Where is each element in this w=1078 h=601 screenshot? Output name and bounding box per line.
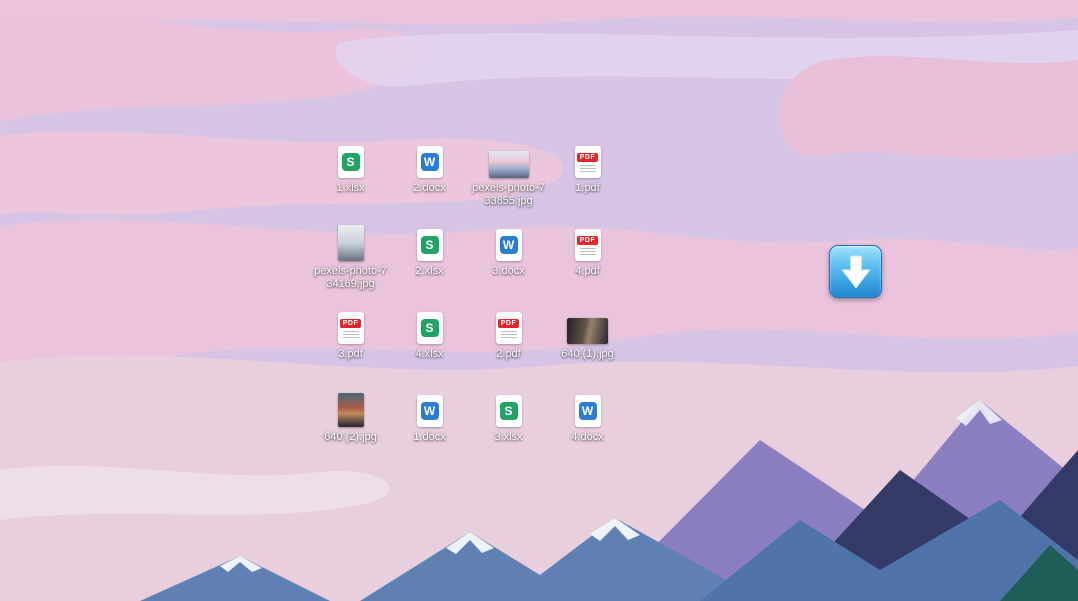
file-label: pexels-photo-733855.jpg — [472, 182, 546, 207]
file-label: pexels-photo-734169.jpg — [314, 265, 388, 290]
file-label: 2.pdf — [496, 348, 520, 361]
file-icon-art — [567, 302, 608, 344]
desktop-icon[interactable]: PDF 4.pdf — [548, 216, 627, 299]
pdf-badge: PDF — [340, 319, 362, 328]
docx-file-icon: W — [496, 229, 522, 261]
desktop-icon[interactable]: 640 (1).jpg — [548, 299, 627, 382]
xlsx-file-icon: S — [338, 146, 364, 178]
file-label: 1.xlsx — [336, 182, 364, 195]
desktop-icon[interactable]: PDF 1.pdf — [548, 133, 627, 216]
desktop-icon[interactable]: S 1.xlsx — [311, 133, 390, 216]
word-glyph: W — [421, 153, 439, 171]
file-label: 4.xlsx — [415, 348, 443, 361]
file-icon-art — [338, 385, 364, 427]
xlsx-file-icon: S — [417, 229, 443, 261]
docx-file-icon: W — [575, 395, 601, 427]
file-label: 640 (2).jpg — [324, 431, 377, 444]
desktop-icon[interactable]: S 2.xlsx — [390, 216, 469, 299]
pdf-file-icon: PDF — [338, 312, 364, 344]
image-thumbnail — [338, 393, 364, 427]
file-icon-art: S — [496, 385, 522, 427]
file-icon-art: W — [417, 136, 443, 178]
file-label: 640 (1).jpg — [561, 348, 614, 361]
pdf-badge: PDF — [577, 236, 599, 245]
spreadsheet-glyph: S — [342, 153, 360, 171]
file-icon-art: W — [575, 385, 601, 427]
pdf-badge: PDF — [498, 319, 520, 328]
desktop-icon[interactable]: pexels-photo-733855.jpg — [469, 133, 548, 216]
document-lines — [343, 331, 359, 338]
xlsx-file-icon: S — [417, 312, 443, 344]
file-icon-art: W — [417, 385, 443, 427]
desktop-icon[interactable]: PDF 2.pdf — [469, 299, 548, 382]
image-thumbnail — [567, 318, 608, 344]
pdf-file-icon: PDF — [575, 146, 601, 178]
down-arrow-glyph — [838, 253, 874, 291]
xlsx-file-icon: S — [496, 395, 522, 427]
file-label: 2.docx — [413, 182, 445, 195]
file-icon-art: PDF — [338, 302, 364, 344]
image-thumbnail — [489, 151, 529, 178]
file-icon-art — [489, 136, 529, 178]
word-glyph: W — [421, 402, 439, 420]
file-icon-art: S — [417, 219, 443, 261]
spreadsheet-glyph: S — [500, 402, 518, 420]
pdf-file-icon: PDF — [496, 312, 522, 344]
image-thumbnail — [338, 225, 364, 261]
file-label: 4.pdf — [575, 265, 599, 278]
file-label: 1.pdf — [575, 182, 599, 195]
docx-file-icon: W — [417, 395, 443, 427]
file-icon-art: PDF — [575, 219, 601, 261]
document-lines — [501, 331, 517, 338]
file-label: 3.docx — [492, 265, 524, 278]
document-lines — [580, 165, 596, 172]
pdf-file-icon: PDF — [575, 229, 601, 261]
file-icon-art: S — [338, 136, 364, 178]
desktop-icon[interactable]: W 2.docx — [390, 133, 469, 216]
download-arrow-icon[interactable] — [829, 245, 882, 298]
desktop-icon-grid: S1.xlsxW2.docxpexels-photo-733855.jpgPDF… — [311, 133, 627, 465]
document-lines — [580, 248, 596, 255]
desktop-icon[interactable]: S 4.xlsx — [390, 299, 469, 382]
word-glyph: W — [579, 402, 597, 420]
desktop-icon[interactable]: pexels-photo-734169.jpg — [311, 216, 390, 299]
desktop-icon[interactable]: W 4.docx — [548, 382, 627, 465]
spreadsheet-glyph: S — [421, 319, 439, 337]
desktop-icon[interactable]: W 1.docx — [390, 382, 469, 465]
desktop-icon[interactable]: W 3.docx — [469, 216, 548, 299]
file-icon-art: W — [496, 219, 522, 261]
docx-file-icon: W — [417, 146, 443, 178]
file-icon-art — [338, 219, 364, 261]
file-icon-art: S — [417, 302, 443, 344]
desktop-icon[interactable]: PDF 3.pdf — [311, 299, 390, 382]
pdf-badge: PDF — [577, 153, 599, 162]
file-label: 3.xlsx — [494, 431, 522, 444]
file-label: 4.docx — [571, 431, 603, 444]
desktop-icon[interactable]: S 3.xlsx — [469, 382, 548, 465]
word-glyph: W — [500, 236, 518, 254]
file-label: 2.xlsx — [415, 265, 443, 278]
file-label: 3.pdf — [338, 348, 362, 361]
file-icon-art: PDF — [575, 136, 601, 178]
file-icon-art: PDF — [496, 302, 522, 344]
desktop-icon[interactable]: 640 (2).jpg — [311, 382, 390, 465]
file-label: 1.docx — [413, 431, 445, 444]
spreadsheet-glyph: S — [421, 236, 439, 254]
